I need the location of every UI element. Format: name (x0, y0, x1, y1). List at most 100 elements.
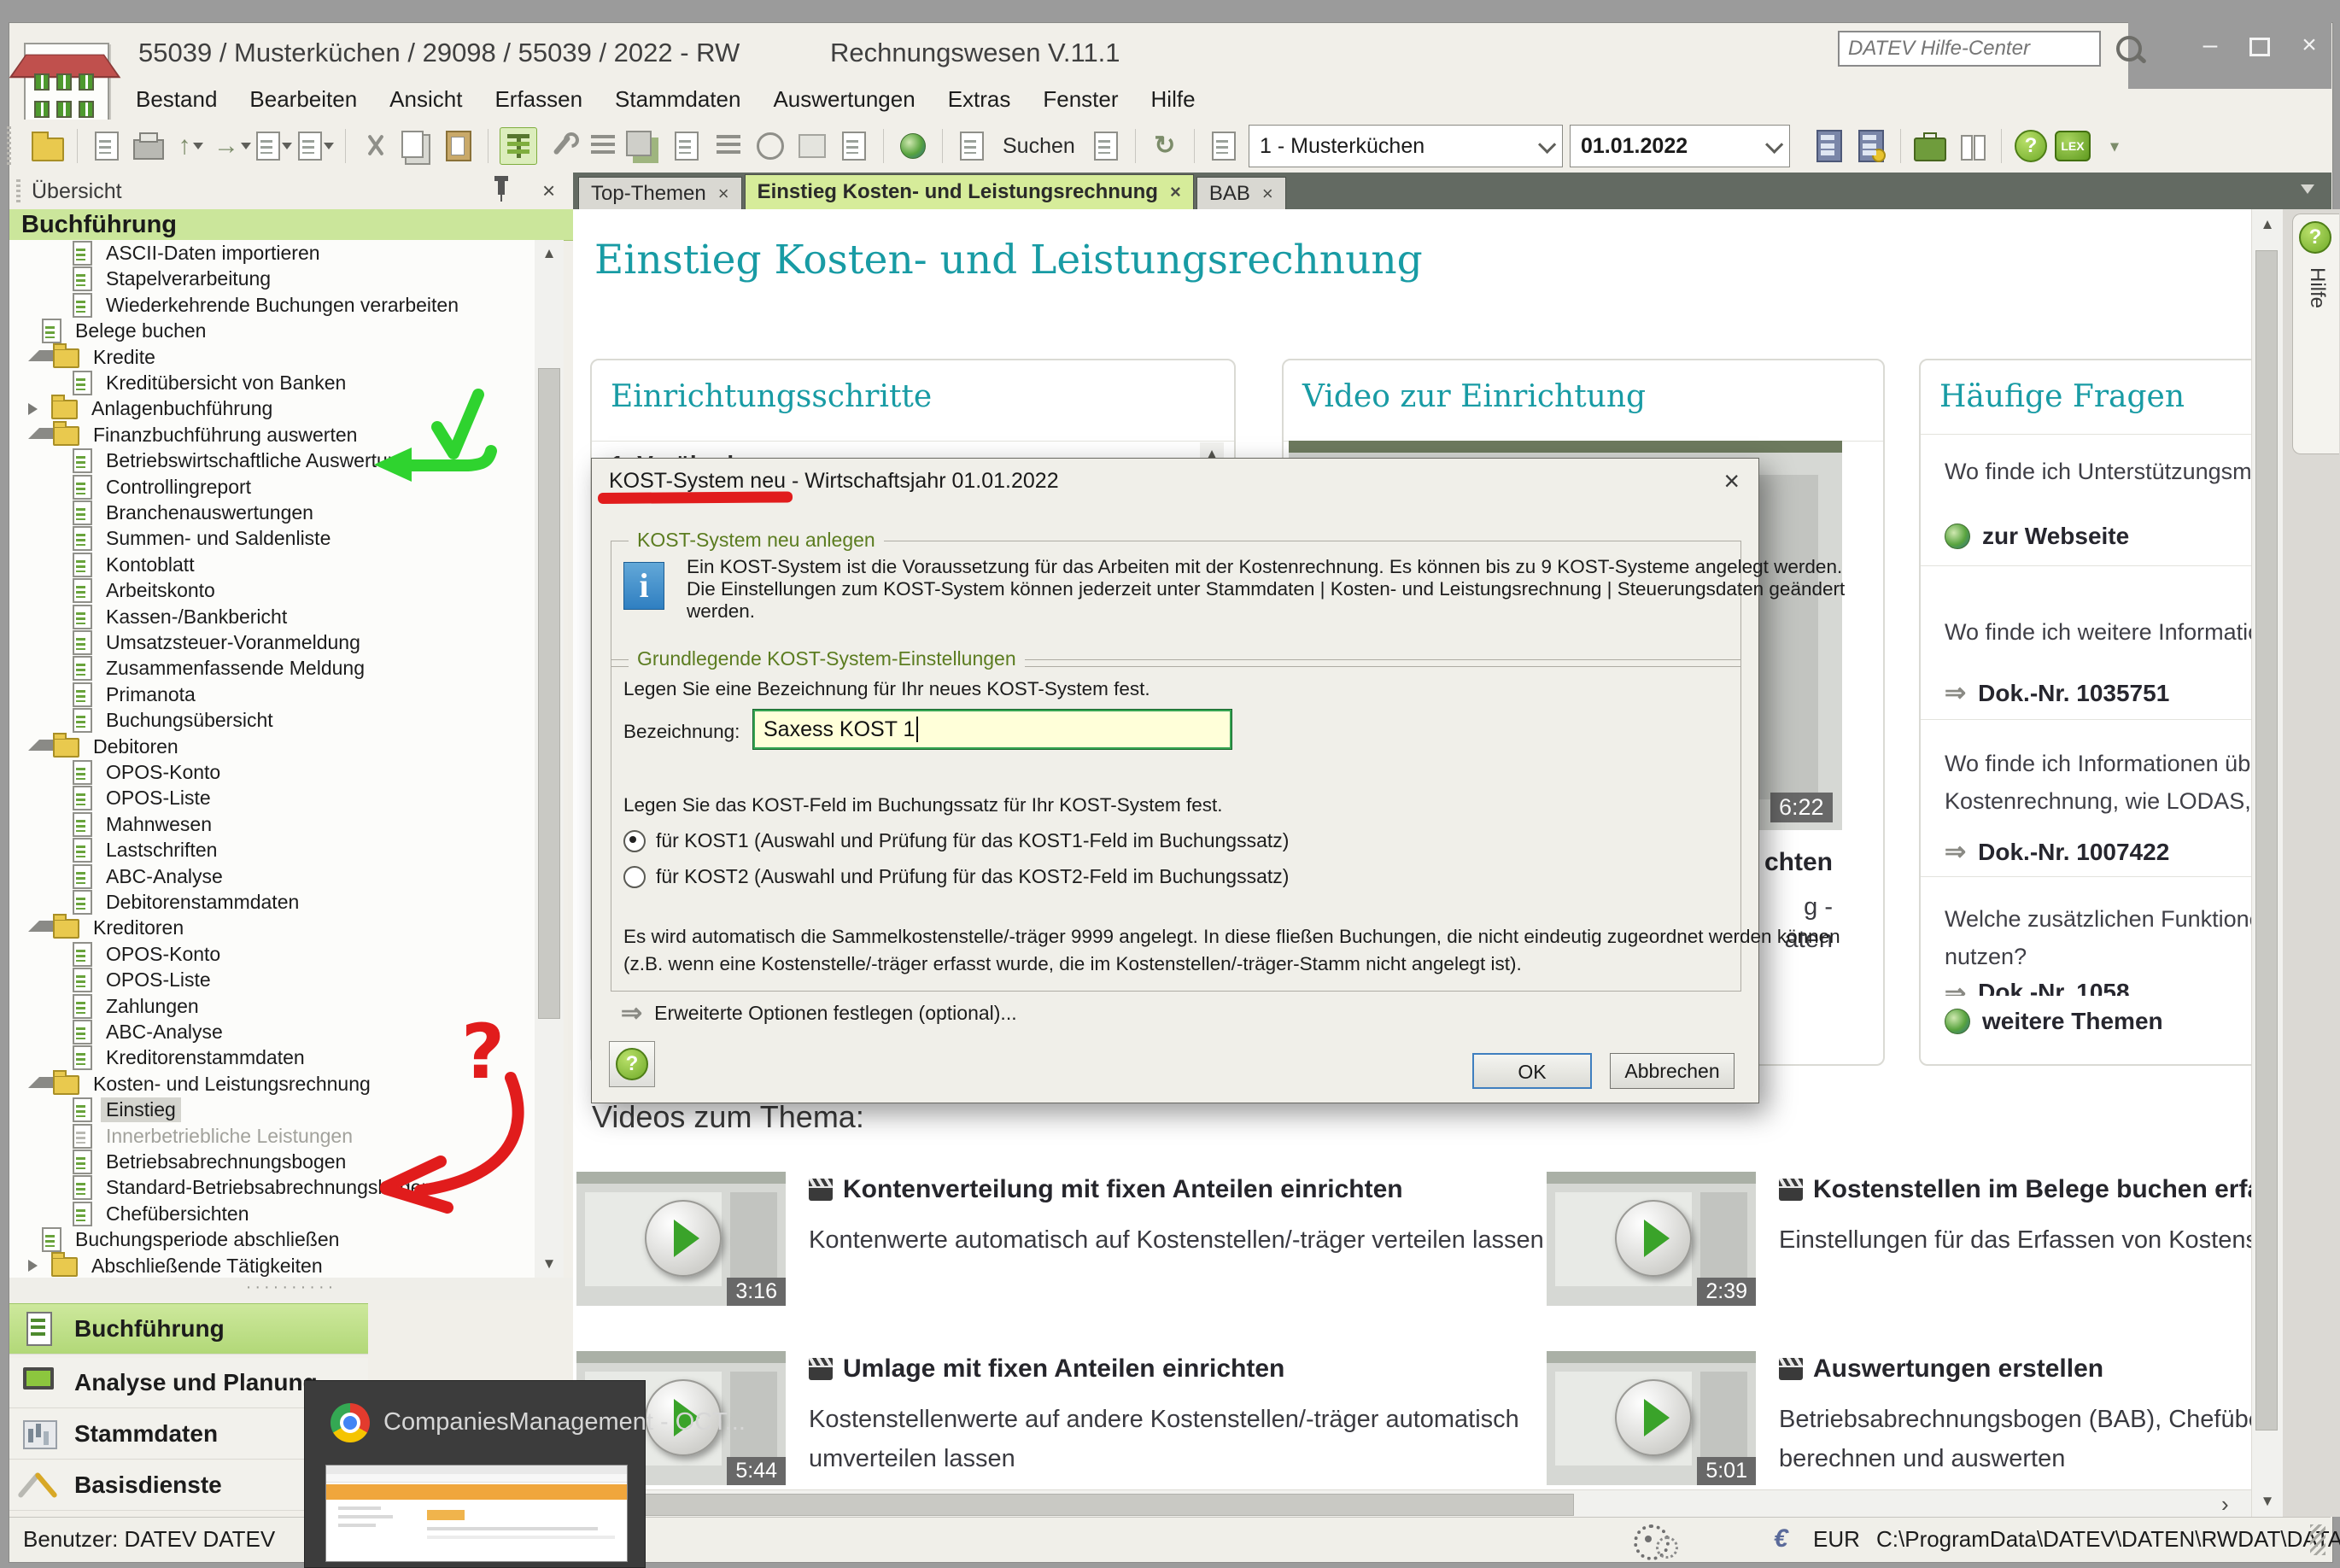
radio-kost1[interactable]: für KOST1 (Auswahl und Prüfung für das K… (623, 829, 1289, 852)
tree-item[interactable]: Buchungsperiode abschließen (9, 1226, 535, 1253)
tree-item[interactable]: Betriebswirtschaftliche Auswertung (9, 448, 535, 474)
dialog-help-button[interactable]: ? (609, 1041, 655, 1087)
tree-item[interactable]: OPOS-Liste (9, 967, 535, 993)
tree-item[interactable]: Primanota (9, 682, 535, 708)
dialog-close-icon[interactable]: × (1723, 465, 1740, 497)
faq-link-dok[interactable]: ⇒Dok.-Nr. 1035751 (1945, 678, 2169, 708)
menu-item-bearbeiten[interactable]: Bearbeiten (233, 82, 373, 116)
scroll-down-icon[interactable]: ▼ (2252, 1493, 2283, 1510)
menu-item-bestand[interactable]: Bestand (120, 82, 233, 116)
faq-link-dok[interactable]: ⇒Dok.-Nr. 1007422 (1945, 837, 2169, 867)
toolbar-button-folder-open[interactable] (30, 128, 66, 164)
content-hscrollbar[interactable]: › (573, 1489, 2251, 1518)
tree-item[interactable]: Einstieg (9, 1097, 535, 1123)
video-thumbnail[interactable]: 2:39 (1547, 1172, 1756, 1306)
date-select[interactable]: 01.01.2022 (1570, 125, 1790, 167)
search-icon[interactable] (2116, 36, 2142, 61)
expander-closed-icon[interactable] (28, 1260, 51, 1272)
help-side-tab[interactable]: ? Hilfe (2292, 214, 2339, 454)
tree-item[interactable]: Kredite (9, 344, 535, 371)
toolbar-button-components[interactable] (627, 128, 663, 164)
toolbar-button-list-view[interactable] (711, 128, 746, 164)
content-vscrollbar-thumb[interactable] (2255, 250, 2278, 1431)
toolbar-grip[interactable] (7, 126, 11, 166)
tree-item[interactable]: Summen- und Saldenliste (9, 525, 535, 552)
content-hscrollbar-thumb[interactable] (573, 1494, 1574, 1516)
tree-item[interactable]: Wiederkehrende Buchungen verarbeiten (9, 292, 535, 319)
tree-item[interactable]: Abschließende Tätigkeiten (9, 1253, 535, 1278)
toolbar-button-frame[interactable] (794, 128, 830, 164)
content-vscrollbar[interactable]: ▲ ▼ (2251, 209, 2283, 1517)
bezeichnung-input[interactable]: Saxess KOST 1 (753, 710, 1231, 749)
tree-item[interactable]: Anlagenbuchführung (9, 395, 535, 422)
scroll-up-icon[interactable]: ▲ (535, 245, 564, 262)
tree-item[interactable]: Finanzbuchführung auswerten (9, 422, 535, 448)
video-thumbnail[interactable]: 5:01 (1547, 1351, 1756, 1485)
tree-item[interactable]: Kontoblatt (9, 552, 535, 578)
tree-item[interactable]: Mahnwesen (9, 811, 535, 838)
tree-item[interactable]: Umsatzsteuer-Voranmeldung (9, 629, 535, 656)
scroll-right-icon[interactable]: › (2221, 1491, 2229, 1518)
toolbar-button-list-settings[interactable] (585, 128, 621, 164)
toolbar-button-arrow-next[interactable]: → (214, 128, 250, 164)
video-title[interactable]: Auswertungen erstellen (1779, 1354, 2103, 1384)
toolbar-button-calculator-coins[interactable] (1853, 128, 1889, 164)
tree-item[interactable]: Buchungsübersicht (9, 707, 535, 734)
expander-open-icon[interactable] (28, 350, 53, 361)
tree-item[interactable]: Debitorenstammdaten (9, 889, 535, 916)
menu-item-ansicht[interactable]: Ansicht (373, 82, 478, 116)
toolbar-button-books[interactable] (1954, 128, 1990, 164)
toolbar-button-briefcase[interactable] (1912, 128, 1948, 164)
tree-item[interactable]: Kreditoren (9, 915, 535, 941)
toolbar-button-calculator[interactable] (1811, 128, 1847, 164)
expander-open-icon[interactable] (28, 921, 53, 932)
tree-item[interactable]: Chefübersichten (9, 1201, 535, 1227)
tree-item[interactable]: Arbeitskonto (9, 577, 535, 604)
tab-overflow-icon[interactable] (2301, 184, 2314, 194)
expander-open-icon[interactable] (28, 740, 53, 751)
toolbar-button-help[interactable]: ? (2013, 128, 2049, 164)
tree-item[interactable]: ASCII-Daten importieren (9, 240, 535, 266)
menu-item-stammdaten[interactable]: Stammdaten (599, 82, 757, 116)
tree-item[interactable]: Belege buchen (9, 318, 535, 344)
toolbar-button-more[interactable]: ▾ (2097, 128, 2132, 164)
pin-icon[interactable] (498, 181, 505, 195)
minimize-button[interactable]: – (2191, 31, 2229, 61)
tree-item[interactable]: Stapelverarbeitung (9, 266, 535, 292)
help-search-input[interactable] (1838, 31, 2101, 67)
toolbar-button-lex[interactable]: LEX (2055, 128, 2091, 164)
expander-open-icon[interactable] (28, 1077, 53, 1088)
toolbar-button-window-new[interactable] (298, 128, 334, 164)
tree-item[interactable]: Debitoren (9, 734, 535, 760)
menu-item-hilfe[interactable]: Hilfe (1135, 82, 1212, 116)
menu-item-erfassen[interactable]: Erfassen (478, 82, 599, 116)
ok-button[interactable]: OK (1472, 1053, 1592, 1089)
advanced-options-link[interactable]: ⇒ Erweiterte Optionen festlegen (optiona… (621, 998, 1017, 1028)
toolbar-button-refresh[interactable]: ↻ (1147, 128, 1183, 164)
menu-item-auswertungen[interactable]: Auswertungen (757, 82, 931, 116)
tree-item[interactable]: Branchenauswertungen (9, 500, 535, 526)
panel-close-icon[interactable]: × (542, 179, 555, 202)
tab-close-icon[interactable]: × (1262, 183, 1273, 205)
toolbar-button-print[interactable] (131, 128, 167, 164)
maximize-button[interactable] (2241, 31, 2279, 61)
play-button-icon[interactable] (1615, 1200, 1692, 1277)
toolbar-button-history[interactable] (752, 128, 788, 164)
radio-kost2[interactable]: für KOST2 (Auswahl und Prüfung für das K… (623, 865, 1289, 888)
toolbar-button-doc-print[interactable] (1088, 128, 1124, 164)
chrome-preview-window[interactable]: CompaniesManagement - OCT... (304, 1380, 646, 1568)
tree-item[interactable]: Betriebsabrechnungsbogen (9, 1149, 535, 1175)
tree-item[interactable]: Lastschriften (9, 837, 535, 863)
toolbar-button-copy[interactable] (399, 128, 435, 164)
toolbar-button-doc-gear[interactable] (836, 128, 872, 164)
tree-item[interactable]: Zahlungen (9, 993, 535, 1020)
tree-item[interactable]: Kosten- und Leistungsrechnung (9, 1071, 535, 1097)
tree-item[interactable]: OPOS-Konto (9, 759, 535, 786)
expander-open-icon[interactable] (28, 428, 53, 439)
toolbar-button-globe-doc[interactable] (895, 128, 931, 164)
toolbar-button-arrow-up[interactable]: ↑ (173, 128, 208, 164)
panel-grip[interactable] (16, 179, 20, 203)
tree-item[interactable]: Controllingreport (9, 474, 535, 500)
expander-closed-icon[interactable] (28, 403, 51, 415)
sidebar-splitter[interactable]: ·········· (9, 1278, 573, 1300)
